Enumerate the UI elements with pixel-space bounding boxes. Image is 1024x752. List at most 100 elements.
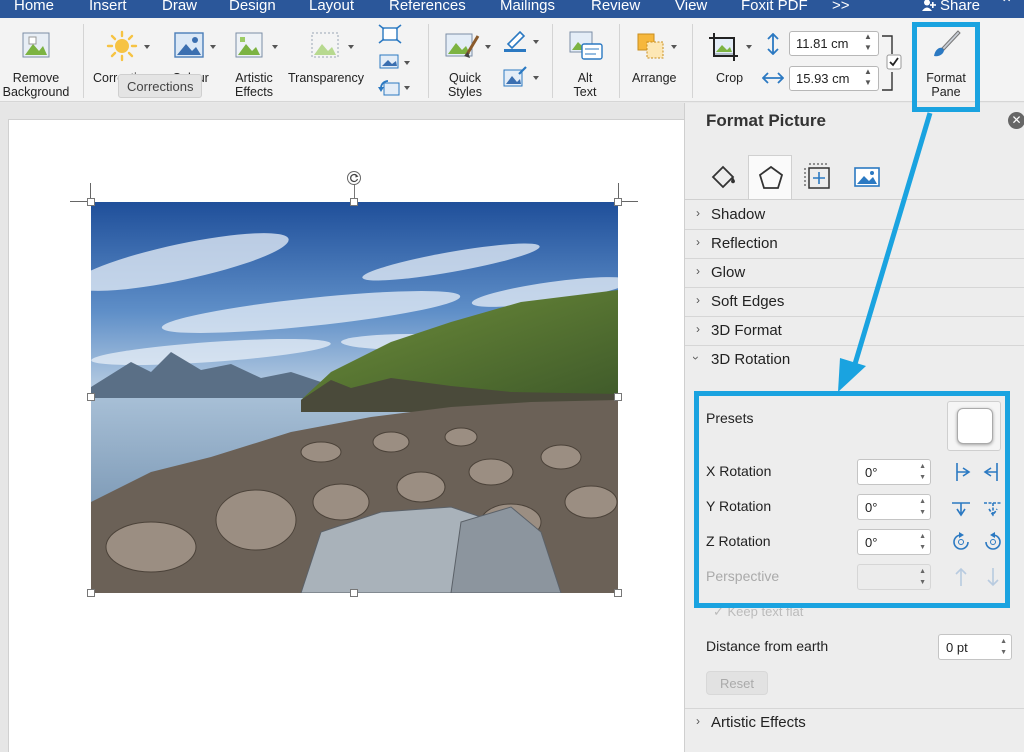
- pane-title: Format Picture: [706, 111, 826, 130]
- close-icon[interactable]: ✕: [1008, 112, 1024, 129]
- remove-background-button[interactable]: Remove Background: [0, 18, 72, 102]
- picture-border-icon[interactable]: [502, 30, 528, 52]
- artistic-effects-button[interactable]: Artistic Effects: [224, 18, 284, 102]
- rotation-settings-highlight: [694, 391, 1010, 608]
- chevron-down-icon: [404, 86, 410, 90]
- chevron-down-icon: [671, 45, 677, 49]
- corrections-tooltip: Corrections: [118, 74, 203, 98]
- alt-text-button[interactable]: Alt Text: [558, 18, 612, 102]
- width-icon: [762, 72, 784, 84]
- resize-handle-bottom[interactable]: [350, 589, 358, 597]
- tab-home[interactable]: Home: [14, 0, 54, 14]
- chevron-right-icon: ›: [696, 293, 700, 307]
- size-properties-icon: [804, 163, 830, 189]
- picture-effects-icon[interactable]: [502, 66, 528, 90]
- paint-bucket-icon: [711, 165, 735, 189]
- crop-label: Crop: [716, 71, 744, 85]
- resize-handle-top-left[interactable]: [87, 198, 95, 206]
- width-stepper[interactable]: ▲ ▼: [862, 66, 874, 91]
- section-3d-format[interactable]: › 3D Format: [685, 317, 1024, 346]
- chevron-down-icon: [746, 45, 752, 49]
- ribbon-separator: [428, 24, 429, 98]
- resize-handle-left[interactable]: [87, 393, 95, 401]
- transparency-icon: [311, 32, 339, 58]
- landscape-picture[interactable]: [91, 202, 618, 593]
- lock-aspect-checkbox[interactable]: [886, 54, 902, 70]
- pentagon-icon: [758, 165, 784, 189]
- alt-text-label: Alt Text: [573, 71, 597, 99]
- chevron-down-icon: [272, 45, 278, 49]
- height-icon: [767, 33, 779, 55]
- tab-picture[interactable]: [845, 155, 889, 199]
- sun-icon: [106, 30, 138, 62]
- artistic-effects-label: Artistic Effects: [235, 71, 273, 99]
- ribbon-tab-bar: Home Insert Draw Design Layout Reference…: [0, 0, 1024, 18]
- remove-background-icon: [22, 32, 50, 58]
- transparency-button[interactable]: Transparency: [286, 18, 370, 102]
- tab-view[interactable]: View: [675, 0, 707, 14]
- crop-button[interactable]: Crop: [700, 18, 758, 102]
- picture-icon: [854, 167, 880, 187]
- ribbon-separator: [83, 24, 84, 98]
- section-glow[interactable]: › Glow: [685, 259, 1024, 288]
- height-stepper[interactable]: ▲ ▼: [862, 31, 874, 56]
- section-shadow[interactable]: › Shadow: [685, 201, 1024, 230]
- share-button[interactable]: Share: [922, 0, 980, 14]
- tab-design[interactable]: Design: [229, 0, 276, 14]
- chevron-right-icon: ›: [696, 714, 700, 728]
- reset-picture-icon[interactable]: [378, 78, 402, 98]
- artistic-effects-icon: [235, 32, 263, 58]
- compress-pictures-icon[interactable]: [378, 24, 402, 44]
- format-pane-highlight: [912, 22, 980, 112]
- section-artistic-effects[interactable]: › Artistic Effects: [685, 708, 1024, 737]
- section-label: Glow: [711, 264, 746, 281]
- reset-button: Reset: [706, 671, 768, 695]
- tab-references[interactable]: References: [389, 0, 466, 14]
- quick-styles-label: Quick Styles: [447, 71, 483, 99]
- tab-mailings[interactable]: Mailings: [500, 0, 555, 14]
- chevron-right-icon: ›: [696, 235, 700, 249]
- section-label: Reflection: [711, 235, 778, 252]
- resize-handle-top-right[interactable]: [614, 198, 622, 206]
- alt-text-icon: [569, 31, 603, 60]
- resize-handle-bottom-left[interactable]: [87, 589, 95, 597]
- tab-divider: [685, 199, 1024, 200]
- chevron-down-icon: [144, 45, 150, 49]
- remove-background-label: Remove Background: [2, 71, 70, 99]
- tab-insert[interactable]: Insert: [89, 0, 127, 14]
- section-label: 3D Rotation: [711, 351, 791, 368]
- pane-tabs: [685, 151, 1024, 201]
- chevron-right-icon: ›: [696, 322, 700, 336]
- resize-handle-right[interactable]: [614, 393, 622, 401]
- section-3d-rotation[interactable]: › 3D Rotation: [685, 346, 1024, 375]
- section-soft-edges[interactable]: › Soft Edges: [685, 288, 1024, 317]
- chevron-right-icon: ›: [696, 264, 700, 278]
- resize-handle-bottom-right[interactable]: [614, 589, 622, 597]
- distance-stepper[interactable]: ▲ ▼: [1000, 636, 1007, 658]
- chevron-down-icon: [533, 76, 539, 80]
- distance-from-earth-input[interactable]: 0 pt ▲ ▼: [938, 634, 1012, 660]
- change-picture-icon[interactable]: [378, 53, 402, 71]
- tab-effects[interactable]: [748, 155, 792, 199]
- tab-review[interactable]: Review: [591, 0, 640, 14]
- tab-layout[interactable]: Layout: [309, 0, 354, 14]
- tab-foxit-pdf[interactable]: Foxit PDF: [741, 0, 808, 14]
- resize-handle-top[interactable]: [350, 198, 358, 206]
- section-label: Artistic Effects: [711, 714, 806, 731]
- tab-size-properties[interactable]: [797, 155, 841, 199]
- distance-from-earth-value: 0 pt: [946, 640, 968, 655]
- landscape-image: [91, 202, 618, 593]
- share-label: Share: [940, 0, 981, 14]
- rotate-handle-icon[interactable]: [346, 170, 362, 186]
- chevron-down-icon: [348, 45, 354, 49]
- transparency-label: Transparency: [288, 71, 364, 85]
- arrange-button[interactable]: Arrange: [626, 18, 688, 102]
- ribbon-separator: [552, 24, 553, 98]
- quick-styles-button[interactable]: Quick Styles: [436, 18, 496, 102]
- colour-picture-icon: [174, 32, 204, 58]
- collapse-ribbon-icon[interactable]: ⌃: [1000, 0, 1013, 14]
- tab-overflow[interactable]: >>: [832, 0, 850, 14]
- tab-draw[interactable]: Draw: [162, 0, 197, 14]
- section-reflection[interactable]: › Reflection: [685, 230, 1024, 259]
- tab-fill-line[interactable]: [701, 155, 745, 199]
